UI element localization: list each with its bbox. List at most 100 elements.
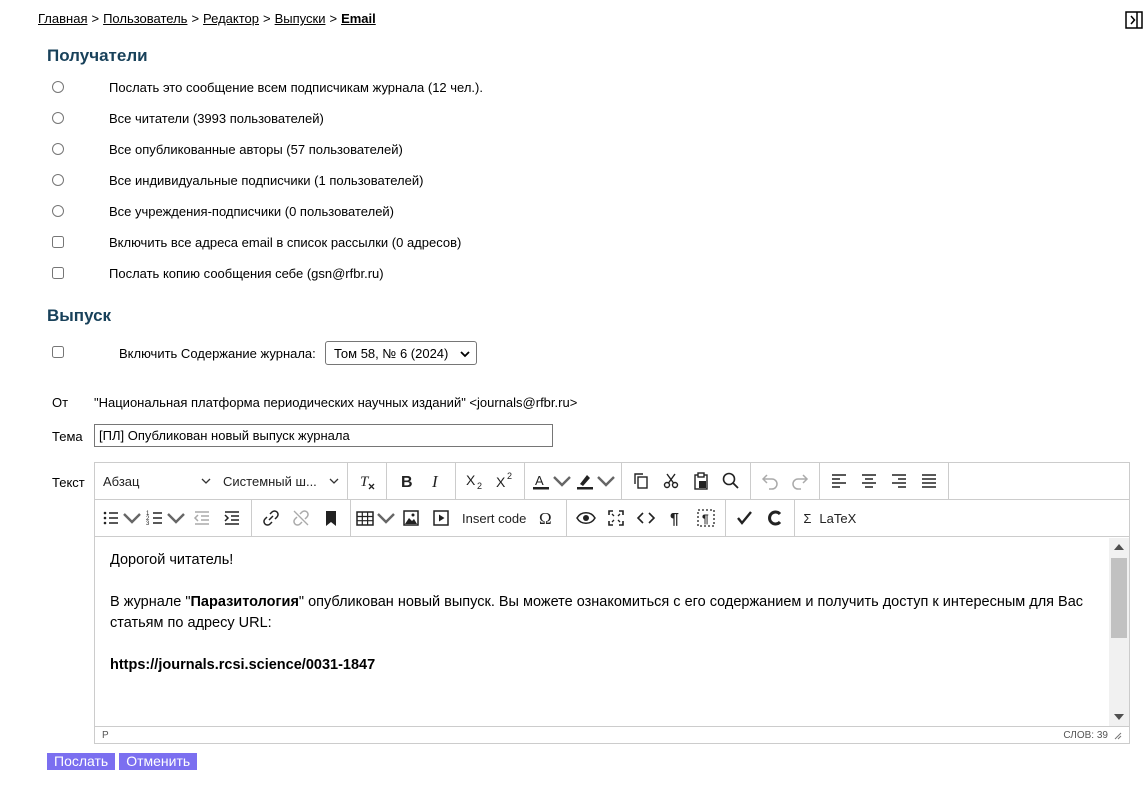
link-icon[interactable]	[256, 504, 286, 532]
radio-institution-subscribers[interactable]	[52, 205, 64, 217]
breadcrumb-separator: >	[191, 11, 200, 26]
issue-select-value: Том 58, № 6 (2024)	[334, 345, 449, 361]
align-right-icon[interactable]	[884, 467, 914, 495]
scroll-down-arrow-icon[interactable]	[1114, 714, 1124, 720]
image-icon[interactable]	[396, 504, 426, 532]
bold-icon[interactable]: B	[391, 467, 421, 495]
recipient-option-published-authors[interactable]	[52, 141, 64, 157]
table-icon[interactable]	[355, 504, 396, 532]
align-justify-icon[interactable]	[914, 467, 944, 495]
unlink-icon[interactable]	[286, 504, 316, 532]
cut-icon[interactable]	[656, 467, 686, 495]
chevron-down-icon	[377, 513, 395, 524]
radio-all-subscribers[interactable]	[52, 81, 64, 93]
superscript-icon[interactable]: X2	[490, 467, 520, 495]
editor-scrollbar[interactable]	[1109, 538, 1129, 726]
editor-statusbar: P СЛОВ: 39	[95, 726, 1129, 744]
recipient-option-mailing-list[interactable]	[52, 234, 64, 250]
outdent-icon[interactable]	[187, 504, 217, 532]
indent-icon[interactable]	[217, 504, 247, 532]
breadcrumb-home[interactable]: Главная	[38, 11, 87, 26]
chevron-down-icon	[460, 351, 470, 358]
resize-handle-icon[interactable]	[1114, 732, 1122, 740]
checkbox-mailing-list[interactable]	[52, 236, 64, 248]
recipient-option-copy-self[interactable]	[52, 265, 64, 281]
source-code-icon[interactable]	[631, 504, 661, 532]
recipient-option-all-readers[interactable]	[52, 110, 64, 126]
insert-code-button[interactable]: Insert code	[456, 511, 532, 526]
svg-text:I: I	[431, 472, 439, 491]
redo-icon[interactable]	[785, 467, 815, 495]
search-icon[interactable]	[716, 467, 746, 495]
radio-all-readers[interactable]	[52, 112, 64, 124]
checkbox-include-toc[interactable]	[52, 346, 64, 358]
send-button[interactable]: Послать	[47, 753, 116, 770]
scroll-up-arrow-icon[interactable]	[1114, 544, 1124, 550]
include-toc-label: Включить Содержание журнала:	[119, 346, 316, 361]
paragraph-marks-icon[interactable]: ¶	[661, 504, 691, 532]
font-family-dropdown[interactable]: Системный ш...	[217, 474, 345, 489]
radio-published-authors[interactable]	[52, 143, 64, 155]
copy-icon[interactable]	[626, 467, 656, 495]
recipient-option-individual-subscribers[interactable]	[52, 172, 64, 188]
italic-icon[interactable]: I	[421, 467, 451, 495]
word-count-area: СЛОВ: 39	[1063, 730, 1122, 741]
breadcrumb-issues[interactable]: Выпуски	[275, 11, 326, 26]
editor-content[interactable]: Дорогой читатель! В журнале "Паразитолог…	[95, 538, 1113, 726]
highlight-color-icon[interactable]	[573, 467, 617, 495]
checkbox-copy-self[interactable]	[52, 267, 64, 279]
special-character-icon[interactable]: Ω	[532, 504, 562, 532]
bookmark-icon[interactable]	[316, 504, 346, 532]
recipients-heading: Получатели	[47, 46, 148, 65]
media-icon[interactable]	[426, 504, 456, 532]
recipient-label-all-readers: Все читатели (3993 пользователей)	[109, 111, 324, 126]
paste-icon[interactable]	[686, 467, 716, 495]
element-path[interactable]: P	[102, 730, 109, 741]
recipient-option-institution-subscribers[interactable]	[52, 203, 64, 219]
math-group: Σ LaTeX	[795, 500, 864, 536]
list-group: 123	[95, 500, 252, 536]
spellcheck-icon[interactable]	[730, 504, 760, 532]
chevron-down-icon	[329, 478, 339, 484]
sigma-button[interactable]: Σ	[799, 511, 815, 526]
chevron-down-icon	[201, 478, 211, 484]
chevron-down-icon	[122, 513, 141, 524]
journal-name: Паразитология	[190, 594, 299, 610]
latex-button[interactable]: LaTeX	[815, 511, 860, 526]
svg-text:X: X	[466, 472, 476, 488]
bullet-list-icon[interactable]	[99, 504, 143, 532]
color-group: A	[525, 463, 622, 499]
clear-format-group: T	[348, 463, 387, 499]
panel-collapse-icon[interactable]	[1125, 11, 1143, 29]
issue-select[interactable]: Том 58, № 6 (2024)	[325, 341, 477, 365]
recipient-option-all-subscribers[interactable]	[52, 79, 64, 95]
numbered-list-icon[interactable]: 123	[143, 504, 187, 532]
subject-input[interactable]	[94, 424, 553, 447]
breadcrumb-editor[interactable]: Редактор	[203, 11, 259, 26]
cancel-button[interactable]: Отменить	[119, 753, 198, 770]
text-color-icon[interactable]: A	[529, 467, 573, 495]
preview-icon[interactable]	[571, 504, 601, 532]
fullscreen-icon[interactable]	[601, 504, 631, 532]
recipient-label-published-authors: Все опубликованные авторы (57 пользовате…	[109, 142, 403, 157]
clear-formatting-icon[interactable]: T	[352, 467, 382, 495]
journal-url: https://journals.rcsi.science/0031-1847	[110, 657, 376, 673]
subscript-icon[interactable]: X2	[460, 467, 490, 495]
scrollbar-thumb[interactable]	[1111, 558, 1127, 638]
radio-individual-subscribers[interactable]	[52, 174, 64, 186]
align-center-icon[interactable]	[854, 467, 884, 495]
block-format-dropdown[interactable]: Абзац	[97, 474, 217, 489]
text-style-group: B I	[387, 463, 456, 499]
view-group: ¶ ¶	[567, 500, 727, 536]
breadcrumb: Главная > Пользователь > Редактор > Выпуски > Em…	[38, 11, 376, 26]
breadcrumb-user[interactable]: Пользователь	[103, 11, 187, 26]
typograf-icon[interactable]	[760, 504, 790, 532]
clipboard-group	[622, 463, 751, 499]
svg-text:3: 3	[146, 521, 150, 527]
show-blocks-icon[interactable]: ¶	[691, 504, 721, 532]
recipient-label-mailing-list: Включить все адреса email в список рассы…	[109, 235, 462, 250]
plugin-group	[726, 500, 796, 536]
link-group	[252, 500, 351, 536]
align-left-icon[interactable]	[824, 467, 854, 495]
undo-icon[interactable]	[755, 467, 785, 495]
